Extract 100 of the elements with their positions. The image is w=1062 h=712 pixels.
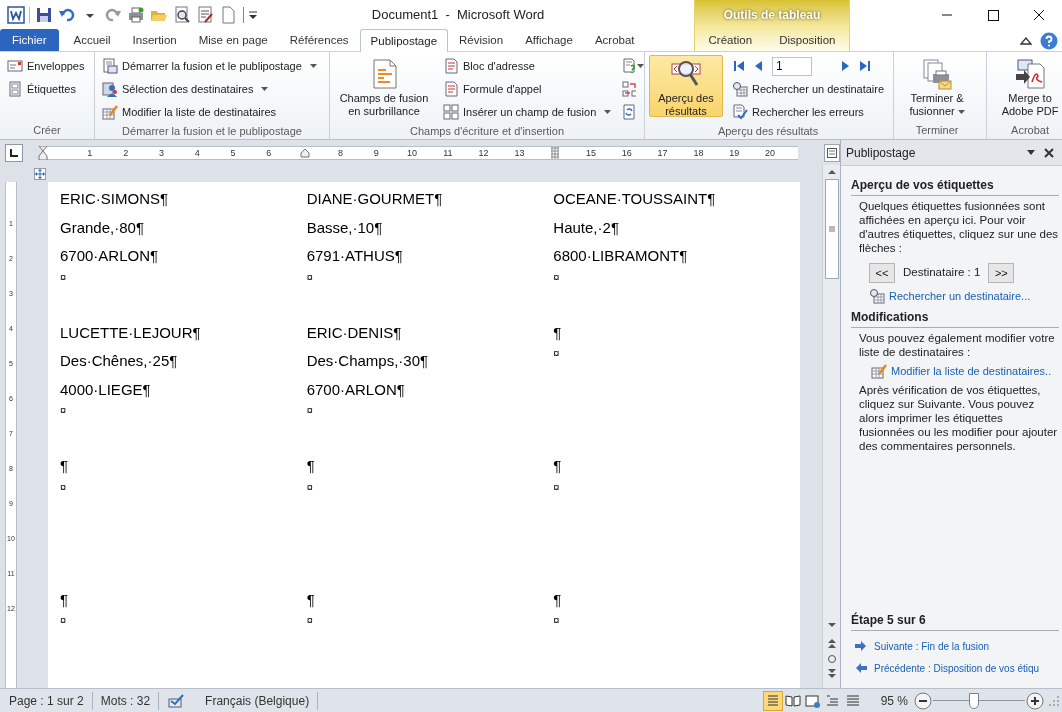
last-record-icon[interactable] <box>858 59 872 73</box>
dropdown-caret-icon[interactable] <box>1026 148 1036 157</box>
move-handle-icon[interactable] <box>34 167 46 180</box>
column-marker-icon[interactable] <box>550 146 561 159</box>
web-layout-icon <box>804 692 821 709</box>
ribbon-tab[interactable]: Disposition <box>768 29 847 51</box>
help-icon[interactable] <box>1040 31 1058 50</box>
label-text: Grande,·80¶ <box>60 217 144 238</box>
list-pencil-icon <box>871 362 887 379</box>
page-count[interactable]: Page : 1 sur 2 <box>9 691 84 710</box>
task-pane-link[interactable]: Suivante : Fin de la fusion <box>853 638 990 654</box>
ribbon-tab[interactable]: Publipostage <box>359 29 449 52</box>
preview-icon[interactable] <box>172 6 191 24</box>
label-text: 6700·ARLON¶ <box>306 379 405 400</box>
ribbon-large-button[interactable]: Terminer & fusionner <box>898 55 977 117</box>
task-pane-link[interactable]: Rechercher un destinataire... <box>869 288 1031 305</box>
section-heading: Aperçu de vos étiquettes <box>851 178 994 192</box>
previous-recipient-button[interactable]: << <box>869 263 895 283</box>
instruction-text: Vous pouvez également modifier votre liste de destinataires : <box>858 330 1056 359</box>
document-question-icon <box>622 58 637 74</box>
ruler-number: 4 <box>194 147 200 158</box>
ribbon-tab[interactable]: Fichier <box>0 29 59 51</box>
ruler-number: 15 <box>586 147 596 158</box>
ribbon-button[interactable]: Insérer un champ de fusion <box>440 101 615 123</box>
cell-end-mark: ¤ <box>553 347 560 359</box>
zoom-in-icon[interactable] <box>1026 691 1044 710</box>
task-pane-title: Publipostage <box>846 144 917 162</box>
ribbon-icon-button[interactable] <box>620 78 639 100</box>
scroll-thumb[interactable] <box>824 179 839 279</box>
cell-end-mark: ¤ <box>60 404 67 416</box>
undo-icon[interactable] <box>57 6 76 24</box>
ribbon-group-label: Champs d'écriture et d'insertion <box>410 124 564 139</box>
ruler-number: 1 <box>87 147 93 158</box>
maximize-icon[interactable] <box>986 8 1000 22</box>
cell-end-mark: ¤ <box>60 480 67 493</box>
ribbon-button[interactable]: Enveloppes <box>4 55 88 77</box>
label-text: ¶ <box>306 589 315 610</box>
ribbon-button[interactable]: Rechercher un destinataire <box>729 78 888 100</box>
first-record-icon[interactable] <box>732 59 746 73</box>
ribbon-button[interactable]: Étiquettes <box>4 78 88 100</box>
label-text: ¶ <box>553 589 562 610</box>
ribbon-button[interactable]: Modifier la liste de destinataires <box>99 101 320 123</box>
tab-selector-button[interactable] <box>5 143 23 162</box>
task-pane-link[interactable]: Précédente : Disposition de vos étiqu <box>853 660 1040 676</box>
label-text: LUCETTE·LEJOUR¶ <box>60 322 201 343</box>
ribbon-button[interactable]: Sélection des destinataires <box>99 78 320 100</box>
ribbon-button[interactable]: Bloc d'adresse <box>440 55 615 77</box>
ribbon-large-button[interactable]: Merge to Adobe PDF <box>991 55 1062 117</box>
ribbon-tab[interactable]: Création <box>697 29 764 51</box>
close-icon[interactable] <box>1032 8 1046 22</box>
ribbon-tab[interactable]: Accueil <box>62 29 122 51</box>
ribbon-tab[interactable]: Références <box>278 29 360 51</box>
next-recipient-button[interactable]: >> <box>988 263 1015 283</box>
zoom-level-button[interactable]: 95 % <box>880 691 908 710</box>
indent-marker-icon[interactable] <box>37 145 48 160</box>
ribbon-group-label: Créer <box>33 123 61 139</box>
ribbon-tab[interactable]: Révision <box>448 29 515 51</box>
document-icon <box>443 58 459 74</box>
record-number-field[interactable]: 1 <box>772 56 812 76</box>
word-logo-icon[interactable] <box>6 6 25 24</box>
word-count[interactable]: Mots : 32 <box>100 691 151 710</box>
ribbon-tab[interactable]: Affichage <box>514 29 584 51</box>
zoom-slider[interactable] <box>933 692 1025 709</box>
label-text: 4000·LIEGE¶ <box>60 379 151 400</box>
vertical-scrollbar[interactable] <box>822 165 840 688</box>
indent-marker-icon[interactable] <box>299 147 310 158</box>
ruler-number: 17 <box>657 147 668 158</box>
spelling-check-icon[interactable] <box>167 692 186 709</box>
ribbon-button[interactable]: Démarrer la fusion et le publipostage <box>99 55 320 77</box>
close-icon[interactable] <box>1044 147 1054 158</box>
view-button[interactable] <box>762 690 783 711</box>
printer-icon[interactable] <box>126 6 145 24</box>
ribbon-large-button[interactable]: Champs de fusion en surbrillance <box>334 55 434 117</box>
cell-end-mark: ¤ <box>306 404 313 416</box>
document-check-icon <box>732 104 748 120</box>
collapse-ribbon-icon[interactable] <box>1020 35 1032 46</box>
view-ruler-button[interactable] <box>824 143 840 162</box>
label-text: 6800·LIBRAMONT¶ <box>553 246 688 266</box>
customize-caret-icon[interactable] <box>248 9 258 21</box>
ruler-number: 12 <box>478 147 489 158</box>
grid-arrows-icon <box>622 81 637 97</box>
outline-icon <box>824 692 841 709</box>
save-icon[interactable] <box>34 6 53 24</box>
cell-end-mark: ¤ <box>60 270 67 283</box>
ribbon-large-button[interactable]: Aperçu des résultats <box>649 55 723 117</box>
ribbon-group-label: Aperçu des résultats <box>717 124 819 139</box>
ribbon-tab[interactable]: Acrobat <box>583 29 646 51</box>
zoom-slider-thumb[interactable] <box>969 692 980 709</box>
zoom-out-icon[interactable] <box>914 691 932 710</box>
browse-object-icon[interactable] <box>826 652 837 666</box>
ribbon-tab[interactable]: Insertion <box>121 29 188 51</box>
ribbon-tab[interactable]: Mise en page <box>187 29 279 51</box>
language-indicator[interactable]: Français (Belgique) <box>205 691 310 710</box>
ruler-number: 13 <box>514 147 525 158</box>
cell-end-mark: ¤ <box>306 480 313 493</box>
task-pane-link[interactable]: Modifier la liste de destinataires.. <box>871 362 1052 379</box>
spelling-icon[interactable] <box>195 6 214 24</box>
ribbon-button[interactable]: Rechercher les erreurs <box>729 101 888 123</box>
contextual-group-title: Outils de tableau <box>723 7 821 24</box>
ribbon-button[interactable]: Formule d'appel <box>440 78 615 100</box>
